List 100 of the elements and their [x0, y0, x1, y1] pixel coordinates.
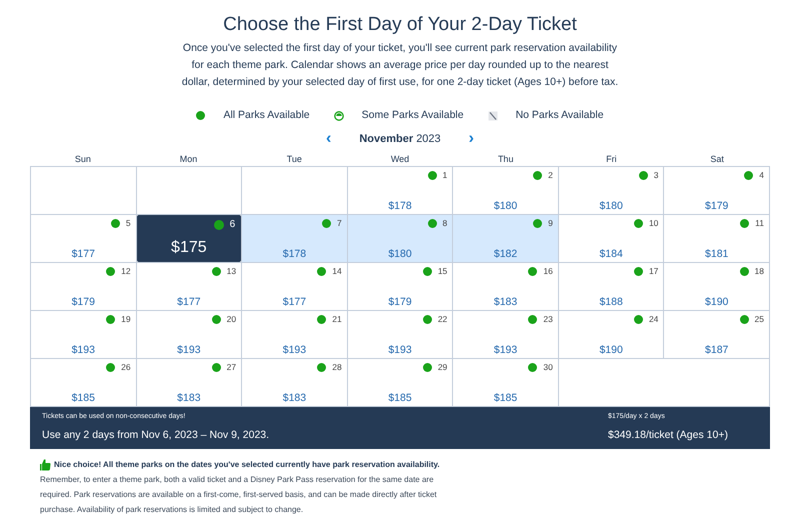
- day-price: $193: [387, 343, 413, 358]
- day-price: $184: [598, 247, 624, 262]
- calendar-day[interactable]: 10 $184: [558, 215, 664, 264]
- legend-label: No Parks Available: [516, 108, 604, 123]
- day-price: $193: [70, 343, 96, 358]
- weekday-label: Wed: [390, 153, 410, 166]
- calendar-day[interactable]: 7 $178: [242, 215, 348, 264]
- day-number: 3: [654, 169, 658, 182]
- weekday-label: Thu: [496, 153, 514, 166]
- day-number: 16: [543, 265, 553, 278]
- day-price: $188: [598, 295, 624, 310]
- calendar-day[interactable]: 24 $190: [558, 311, 664, 360]
- calendar-day[interactable]: 11 $181: [664, 215, 770, 264]
- legend-label: Some Parks Available: [362, 108, 464, 123]
- calendar-day[interactable]: 16 $183: [453, 263, 559, 312]
- description: Once you've selected the first day of your ticket, you'll see current park reservation availability for each theme park. Calendar shows an average price per day rounded up to the nearest dollar, determined by your selected day of first use, for one 2-day ticket (Ages 10+) before tax.: [180, 41, 620, 90]
- weekday-label: Fri: [605, 153, 618, 166]
- weekday-label: Sat: [709, 153, 725, 166]
- calendar-day[interactable]: 15 $179: [348, 263, 454, 312]
- weekday-label: Mon: [178, 153, 198, 166]
- day-number: 24: [648, 313, 658, 326]
- day-number: 4: [759, 169, 764, 182]
- calendar-day[interactable]: 30 $185: [453, 359, 559, 408]
- legend-label: All Parks Available: [223, 108, 310, 123]
- calendar-day[interactable]: 13 $177: [136, 263, 242, 312]
- day-number: 21: [332, 313, 342, 326]
- day-number: 5: [126, 217, 131, 230]
- day-price: $175: [170, 238, 208, 258]
- previous-month-button[interactable]: ‹: [326, 132, 332, 146]
- day-number: 29: [438, 361, 448, 374]
- day-number: 1: [442, 169, 448, 182]
- calendar-day[interactable]: 12 $179: [31, 263, 137, 312]
- day-price: $183: [176, 391, 202, 406]
- day-number: 2: [548, 169, 553, 182]
- day-number: 23: [543, 313, 553, 326]
- day-price: $193: [176, 343, 202, 358]
- calendar-day[interactable]: 3 $180: [558, 167, 664, 216]
- day-price: $177: [176, 295, 202, 310]
- calendar-day[interactable]: 18 $190: [664, 263, 770, 312]
- day-number: 20: [226, 313, 236, 326]
- calendar-day[interactable]: 29 $185: [348, 359, 454, 408]
- calendar-day[interactable]: 20 $193: [136, 311, 242, 360]
- calendar-day[interactable]: 14 $177: [242, 263, 348, 312]
- calendar-day[interactable]: 23 $193: [453, 311, 559, 360]
- calendar-day[interactable]: 22 $193: [348, 311, 454, 360]
- day-number: 28: [332, 361, 342, 374]
- day-price: $180: [492, 199, 518, 214]
- day-price: $177: [282, 295, 308, 310]
- day-number: 17: [648, 265, 658, 278]
- selected-day[interactable]: 6 $175: [136, 215, 242, 262]
- page-title: Choose the First Day of Your 2-Day Ticket: [223, 13, 577, 37]
- notice-body: Remember, to enter a theme park, both a valid ticket and a Disney Park Pass reservation for the same date are required. Park reservations are available on a first-come, first-served basis, and can be made directly after ticket purchase. Availability of park reservations is limited and subject to change.: [40, 474, 438, 516]
- day-number: 18: [754, 265, 764, 278]
- day-number: 22: [438, 313, 448, 326]
- day-price: $187: [704, 343, 730, 358]
- calendar-day[interactable]: 25 $187: [664, 311, 770, 360]
- day-price: $185: [492, 391, 518, 406]
- calendar-day[interactable]: 17 $188: [558, 263, 664, 312]
- day-number: 15: [438, 265, 448, 278]
- day-price: $185: [387, 391, 413, 406]
- calendar-day[interactable]: 27 $183: [136, 359, 242, 408]
- day-number: 11: [755, 217, 764, 230]
- calendar-day[interactable]: 9 $182: [453, 215, 559, 264]
- calendar-day[interactable]: 4 $179: [664, 167, 770, 216]
- day-number: 12: [121, 265, 131, 278]
- day-number: 9: [548, 217, 553, 230]
- calendar-day[interactable]: 1 $178: [348, 167, 454, 216]
- total-price: $349.18/ticket (Ages 10+): [608, 428, 729, 443]
- day-price: $179: [704, 199, 730, 214]
- day-price: $190: [704, 295, 730, 310]
- calendar-day[interactable]: 26 $185: [31, 359, 137, 408]
- day-number: 8: [442, 217, 448, 230]
- day-number: 14: [332, 265, 342, 278]
- day-number: 10: [648, 217, 658, 230]
- day-price: $178: [387, 199, 413, 214]
- calendar-day[interactable]: 28 $183: [242, 359, 348, 408]
- calendar-day[interactable]: 21 $193: [242, 311, 348, 360]
- next-month-button[interactable]: ›: [468, 132, 474, 146]
- notice-headline: Nice choice! All theme parks on the dates you've selected currently have park reservation availability.: [54, 459, 440, 472]
- day-price: $180: [387, 247, 413, 262]
- day-number: 30: [543, 361, 553, 374]
- calendar-day[interactable]: 5 $177: [31, 215, 137, 264]
- day-number: 6: [230, 218, 236, 232]
- day-price: $182: [492, 247, 518, 262]
- calendar-day[interactable]: 8 $180: [348, 215, 454, 264]
- day-price: $183: [282, 391, 308, 406]
- calendar-day[interactable]: 19 $193: [31, 311, 137, 360]
- thumbs-up-icon: [40, 458, 51, 471]
- day-price: $180: [598, 199, 624, 214]
- calendar-day[interactable]: 2 $180: [453, 167, 559, 216]
- month-title: November 2023: [359, 132, 441, 147]
- day-price: $185: [70, 391, 96, 406]
- date-range: Use any 2 days from Nov 6, 2023 – Nov 9, 2023.: [42, 428, 270, 443]
- weekday-label: Tue: [286, 153, 303, 166]
- day-price: $193: [492, 343, 518, 358]
- day-number: 13: [226, 265, 236, 278]
- day-price: $177: [70, 247, 96, 262]
- day-price: $190: [598, 343, 624, 358]
- day-number: 19: [121, 313, 131, 326]
- weekday-label: Sun: [74, 153, 92, 166]
